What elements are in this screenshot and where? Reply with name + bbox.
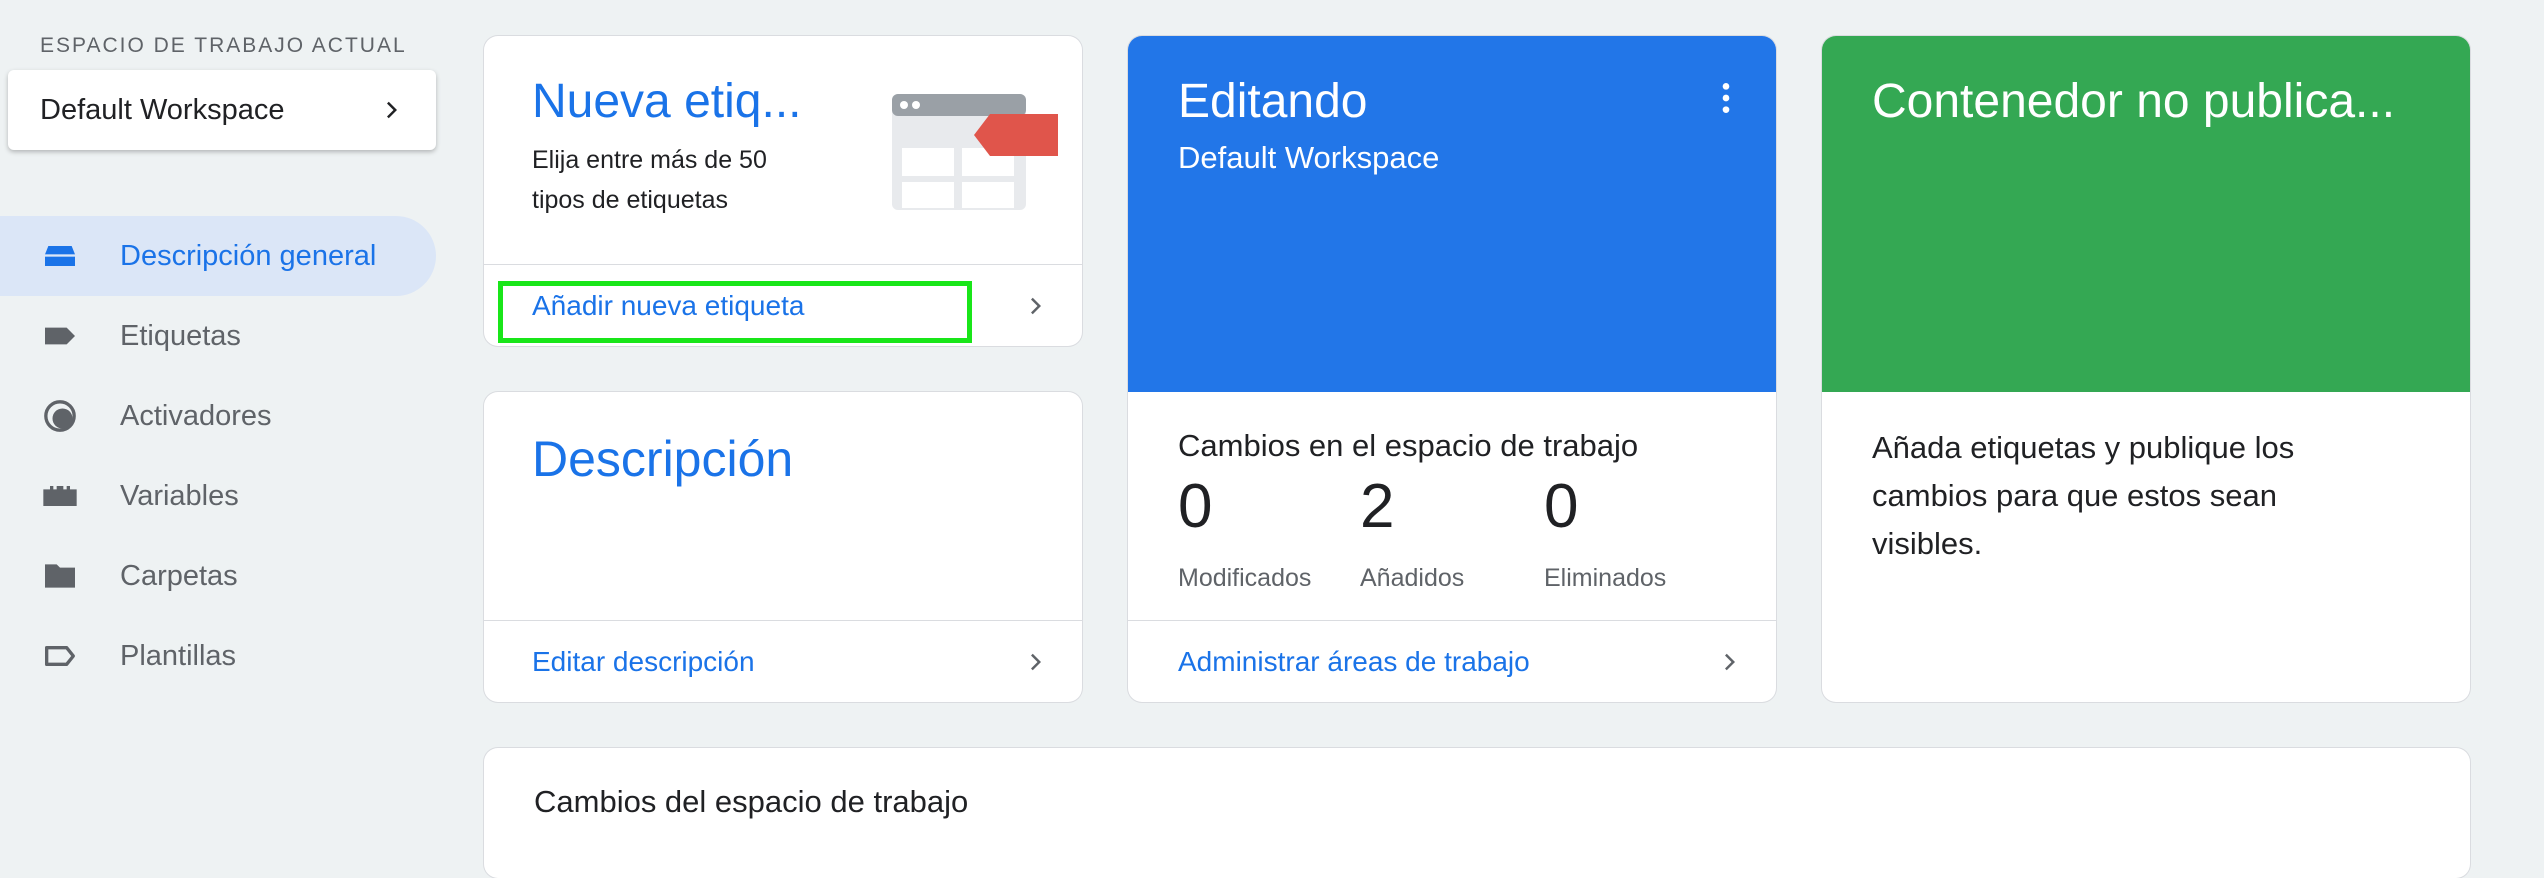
manage-workspaces-label: Administrar áreas de trabajo <box>1178 645 1530 677</box>
container-status-card: Contenedor no publica... Añada etiquetas… <box>1822 36 2470 702</box>
stat-modified: 0 Modificados <box>1178 476 1311 593</box>
sidebar-item-label: Plantillas <box>120 639 237 672</box>
new-tag-card: Nueva etiq... Elija entre más de 50 tipo… <box>484 36 1082 346</box>
container-status-title: Contenedor no publica... <box>1872 75 2396 128</box>
template-icon <box>40 636 80 676</box>
editing-banner: Editando Default Workspace <box>1128 36 1776 392</box>
variables-icon <box>40 476 80 516</box>
stat-value: 2 <box>1360 472 1395 541</box>
sidebar-item-label: Etiquetas <box>120 319 241 352</box>
trigger-icon <box>40 396 80 436</box>
more-vert-icon[interactable] <box>1706 78 1746 118</box>
workspace-caption: ESPACIO DE TRABAJO ACTUAL <box>40 34 407 57</box>
workspace-changes-heading: Cambios en el espacio de trabajo <box>1178 428 1639 463</box>
edit-description-link[interactable]: Editar descripción <box>484 620 1082 702</box>
workspace-changes-card: Cambios del espacio de trabajo <box>484 748 2470 878</box>
chevron-right-icon <box>1031 297 1041 314</box>
chevron-right-icon <box>1031 653 1041 670</box>
add-new-tag-link[interactable]: Añadir nueva etiqueta <box>484 264 1082 346</box>
sidebar-item-label: Descripción general <box>120 239 377 272</box>
manage-workspaces-link[interactable]: Administrar áreas de trabajo <box>1128 620 1776 702</box>
stat-label: Modificados <box>1178 564 1312 592</box>
editing-workspace-name: Default Workspace <box>1178 140 1440 175</box>
stat-label: Añadidos <box>1360 564 1465 592</box>
workspace-selector[interactable]: Default Workspace <box>8 70 436 150</box>
chevron-right-icon <box>387 101 397 119</box>
folder-icon <box>40 556 80 596</box>
sidebar-item-tags[interactable]: Etiquetas <box>0 296 436 376</box>
workspace-changes-title: Cambios del espacio de trabajo <box>534 784 969 819</box>
stat-value: 0 <box>1178 472 1213 541</box>
overview-icon <box>40 236 80 276</box>
new-tag-description: Elija entre más de 50 tipos de etiquetas <box>532 146 767 214</box>
sidebar-item-variables[interactable]: Variables <box>0 456 436 536</box>
sidebar-item-label: Carpetas <box>120 559 238 592</box>
container-status-text: Añada etiquetas y publique los cambios p… <box>1872 430 2295 561</box>
description-title: Descripción <box>532 431 794 487</box>
sidebar-item-templates[interactable]: Plantillas <box>0 616 436 696</box>
stat-added: 2 Añadidos <box>1360 476 1464 593</box>
highlight-box <box>498 281 972 343</box>
edit-description-label: Editar descripción <box>532 645 755 677</box>
tag-icon <box>40 316 80 356</box>
sidebar-item-folders[interactable]: Carpetas <box>0 536 436 616</box>
new-tag-title[interactable]: Nueva etiq... <box>532 74 801 129</box>
editing-title: Editando <box>1178 75 1368 128</box>
editing-card: Editando Default Workspace Cambios en el… <box>1128 36 1776 702</box>
sidebar-item-label: Variables <box>120 479 239 512</box>
description-card: Descripción Editar descripción <box>484 392 1082 702</box>
sidebar-item-overview[interactable]: Descripción general <box>0 216 436 296</box>
chevron-right-icon <box>1725 653 1735 670</box>
tag-browser-illustration-icon <box>892 94 1058 210</box>
container-status-banner: Contenedor no publica... <box>1822 36 2470 392</box>
stat-label: Eliminados <box>1544 564 1667 592</box>
sidebar-nav: Descripción general Etiquetas Activadore… <box>0 216 436 696</box>
stat-deleted: 0 Eliminados <box>1544 476 1666 593</box>
stat-value: 0 <box>1544 472 1579 541</box>
sidebar-item-triggers[interactable]: Activadores <box>0 376 436 456</box>
workspace-name: Default Workspace <box>40 93 285 126</box>
sidebar-item-label: Activadores <box>120 399 272 432</box>
